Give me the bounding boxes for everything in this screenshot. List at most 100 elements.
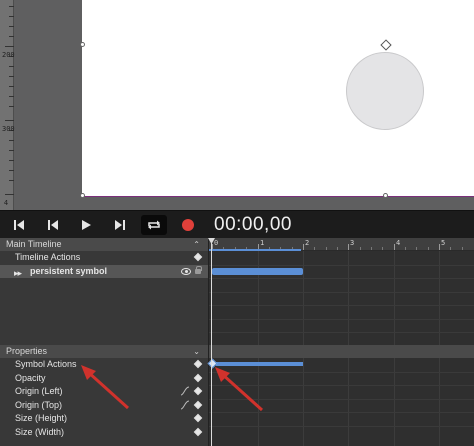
ruler-tick <box>9 106 14 107</box>
property-label: Origin (Top) <box>15 400 63 410</box>
ruler-tick <box>9 76 14 77</box>
play-range-indicator[interactable] <box>209 249 301 251</box>
easing-curve-icon[interactable] <box>180 400 190 410</box>
stage-area[interactable]: 200 300 4 <box>0 0 474 210</box>
timeline-actions-label: Timeline Actions <box>15 252 81 262</box>
ruler-tick <box>348 244 349 250</box>
ruler-second-label: 4 <box>396 239 401 247</box>
symbol-layer-label: persistent symbol <box>30 266 108 276</box>
next-keyframe-button[interactable] <box>107 215 133 235</box>
ruler-tick <box>9 16 14 17</box>
symbol-layer-row[interactable]: ▸▸ persistent symbol <box>0 265 208 278</box>
timeline-layers-column: Main Timeline ⌃ Timeline Actions ▸▸ pers… <box>0 238 208 446</box>
timecode-display[interactable]: 00:00,00 <box>214 214 292 236</box>
record-button[interactable] <box>175 215 201 235</box>
ruler-second-label: 5 <box>441 239 446 247</box>
ruler-tick <box>394 244 395 250</box>
ruler-label: 300 <box>2 125 15 133</box>
ruler-tick <box>9 140 14 141</box>
properties-header[interactable]: Properties ⌄ <box>0 345 208 358</box>
ruler-tick <box>9 150 14 151</box>
add-keyframe-icon[interactable] <box>193 427 203 437</box>
symbol-icon: ▸▸ <box>14 268 22 278</box>
ruler-tick <box>416 247 417 250</box>
add-keyframe-icon[interactable] <box>193 413 203 423</box>
app-window: 200 300 4 00:00,00 Main Timeline ⌃ Timel… <box>0 0 474 446</box>
ruler-tick <box>9 160 14 161</box>
ruler-tick <box>303 244 304 250</box>
go-to-start-button[interactable] <box>6 215 32 235</box>
property-label: Opacity <box>15 373 46 383</box>
track-divider <box>209 319 474 320</box>
property-label: Size (Width) <box>15 427 65 437</box>
property-label: Size (Height) <box>15 413 68 423</box>
ruler-tick <box>360 247 361 250</box>
canvas-border <box>82 196 474 197</box>
go-to-start-icon <box>14 220 24 230</box>
canvas-resize-handle[interactable] <box>80 193 85 198</box>
ruler-tick <box>450 247 451 250</box>
time-ruler[interactable]: 0 1 2 3 4 5 <box>209 238 474 251</box>
add-keyframe-icon[interactable] <box>193 359 203 369</box>
main-timeline-header[interactable]: Main Timeline ⌃ <box>0 238 208 251</box>
ruler-tick <box>9 26 14 27</box>
main-timeline-label: Main Timeline <box>6 239 62 249</box>
track-divider <box>209 292 474 293</box>
ruler-tick <box>337 247 338 250</box>
ruler-tick <box>9 86 14 87</box>
step-forward-icon <box>115 220 125 230</box>
expand-chevron-icon[interactable]: ⌃ <box>193 238 200 251</box>
add-keyframe-icon[interactable] <box>193 386 203 396</box>
step-back-icon <box>48 220 58 230</box>
ruler-tick <box>9 66 14 67</box>
property-row[interactable]: Size (Width) <box>0 426 208 439</box>
add-keyframe-icon[interactable] <box>193 373 203 383</box>
track-divider <box>209 265 474 266</box>
ruler-tick <box>9 180 14 181</box>
ruler-second-label: 0 <box>214 239 219 247</box>
track-divider <box>209 426 474 427</box>
easing-curve-icon[interactable] <box>180 386 190 396</box>
ruler-tick <box>314 247 315 250</box>
collapse-chevron-icon[interactable]: ⌄ <box>193 345 200 358</box>
vertical-ruler: 200 300 4 <box>0 0 15 210</box>
ruler-tick <box>462 247 463 250</box>
ruler-second-label: 1 <box>260 239 265 247</box>
ruler-tick <box>371 247 372 250</box>
ruler-tick <box>382 247 383 250</box>
ruler-tick <box>5 120 14 121</box>
annotation-arrow-icon <box>215 367 264 412</box>
annotation-arrow-icon <box>81 365 130 410</box>
ruler-tick <box>405 247 406 250</box>
visibility-eye-icon[interactable] <box>181 268 191 275</box>
track-divider <box>209 305 474 306</box>
ruler-tick <box>9 170 14 171</box>
canvas-resize-handle[interactable] <box>383 193 388 198</box>
play-button[interactable] <box>73 215 99 235</box>
ruler-label: 4 <box>3 199 9 207</box>
track-divider <box>209 278 474 279</box>
loop-icon <box>148 220 160 230</box>
add-keyframe-icon[interactable] <box>193 252 203 262</box>
loop-button[interactable] <box>141 215 167 235</box>
ruler-tick <box>439 244 440 250</box>
canvas-resize-handle[interactable] <box>80 42 85 47</box>
transport-bar: 00:00,00 <box>0 210 474 238</box>
ruler-second-label: 2 <box>305 239 310 247</box>
ruler-tick <box>9 6 14 7</box>
ruler-tick <box>428 247 429 250</box>
add-keyframe-icon[interactable] <box>193 400 203 410</box>
ruler-tick <box>5 46 14 47</box>
persistent-symbol-circle[interactable] <box>346 52 424 130</box>
previous-keyframe-button[interactable] <box>40 215 66 235</box>
play-icon <box>82 220 91 230</box>
symbol-duration-bar[interactable] <box>212 268 303 275</box>
ruler-tick <box>5 194 14 195</box>
property-label: Symbol Actions <box>15 359 77 369</box>
track-divider <box>209 332 474 333</box>
properties-track-header <box>209 345 474 358</box>
timeline-actions-row[interactable]: Timeline Actions <box>0 251 208 264</box>
ruler-label: 200 <box>2 51 15 59</box>
ruler-tick <box>9 96 14 97</box>
lock-icon[interactable] <box>195 266 202 274</box>
